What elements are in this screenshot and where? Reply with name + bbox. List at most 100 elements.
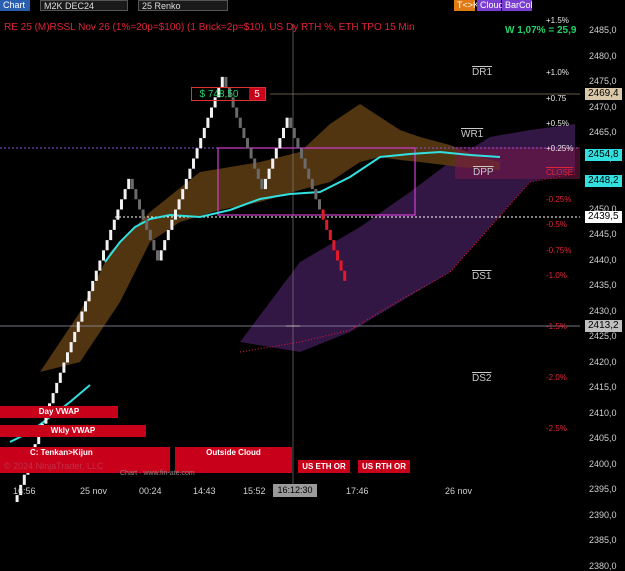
- pct-label: +0.75: [546, 94, 567, 103]
- price-tick: 2395,0: [589, 484, 617, 494]
- crosshair-time-label: 16:12:30: [273, 484, 317, 497]
- pct-label: +1.5%: [546, 16, 569, 25]
- price-tick: 2405,0: [589, 433, 617, 443]
- renko-brick: [87, 291, 91, 302]
- time-tick: 25 nov: [80, 486, 108, 496]
- pct-label: -2.5%: [546, 424, 567, 433]
- price-tick: 2470,0: [589, 101, 617, 112]
- instrument-selector[interactable]: M2K DEC24: [40, 0, 128, 11]
- renko-brick: [62, 362, 66, 373]
- level-dpp: DPP: [473, 167, 494, 178]
- renko-brick: [224, 76, 228, 88]
- tenkan-kijun-button[interactable]: T<>K: [454, 0, 479, 11]
- renko-brick: [289, 117, 293, 128]
- pct-label: +1.0%: [546, 68, 569, 77]
- site-watermark: Chart · www.fin-ate.com: [120, 470, 195, 477]
- renko-brick: [112, 219, 116, 230]
- cloud-button[interactable]: Cloud: [477, 0, 504, 11]
- price-tick: 2410,0: [589, 407, 617, 418]
- barcol-button[interactable]: BarCol: [502, 0, 533, 11]
- renko-brick: [282, 127, 285, 139]
- renko-brick: [325, 219, 329, 230]
- renko-brick: [271, 158, 275, 169]
- pct-label: -0.75%: [546, 246, 572, 255]
- renko-brick: [206, 117, 210, 128]
- chart-tab[interactable]: Chart: [0, 0, 30, 11]
- renko-brick: [310, 178, 314, 190]
- price-tick: 2425,0: [589, 331, 617, 341]
- pct-label: -1.5%: [546, 322, 567, 331]
- renko-brick: [73, 331, 77, 343]
- renko-brick: [318, 199, 321, 210]
- time-tick: 00:24: [139, 486, 162, 496]
- us-eth-or-bar: US ETH OR: [298, 460, 350, 473]
- renko-brick: [307, 168, 311, 179]
- renko-brick: [55, 382, 59, 394]
- renko-brick: [170, 219, 174, 230]
- renko-brick: [105, 240, 109, 251]
- chart-type-selector[interactable]: 25 Renko: [138, 0, 228, 11]
- us-rth-or-bar: US RTH OR: [358, 460, 410, 473]
- renko-brick: [163, 240, 167, 251]
- renko-brick: [166, 229, 170, 241]
- pct-label: -0.5%: [546, 220, 567, 229]
- pnl-value: $ 748,50: [199, 89, 239, 100]
- renko-brick: [127, 178, 131, 190]
- pnl-count: 5: [249, 88, 265, 100]
- renko-brick: [123, 189, 127, 200]
- renko-brick: [314, 189, 318, 200]
- renko-brick: [210, 107, 213, 118]
- renko-brick: [343, 270, 347, 281]
- renko-brick: [148, 229, 152, 241]
- price-tick: 2445,0: [589, 229, 617, 239]
- price-tick: 2385,0: [589, 535, 617, 545]
- level-wr1: WR1: [461, 129, 484, 140]
- renko-brick: [174, 209, 177, 220]
- renko-brick: [159, 250, 163, 261]
- pct-label: -2.0%: [546, 373, 567, 382]
- renko-brick: [220, 76, 224, 88]
- weekly-percent: W 1,07% = 25,9: [505, 25, 577, 36]
- renko-brick: [98, 260, 102, 271]
- renko-brick: [69, 342, 73, 353]
- last-price-box: 2439,5: [585, 211, 622, 223]
- renko-brick: [15, 495, 19, 502]
- price-box: 2469,4: [585, 88, 622, 100]
- renko-brick: [238, 117, 242, 128]
- renko-brick: [303, 158, 307, 169]
- level-close: CLOSE: [546, 168, 574, 177]
- renko-brick: [192, 158, 195, 169]
- renko-brick: [321, 209, 325, 220]
- renko-brick: [285, 117, 289, 128]
- renko-brick: [84, 301, 87, 312]
- price-tick: 2465,0: [589, 127, 617, 137]
- renko-brick: [264, 178, 267, 190]
- day-vwap-bar: Day VWAP: [0, 406, 118, 418]
- price-tick: 2415,0: [589, 382, 617, 392]
- price-tick: 2435,0: [589, 280, 617, 290]
- price-tick: 2380,0: [589, 560, 617, 571]
- renko-brick: [58, 372, 62, 383]
- renko-brick: [145, 219, 149, 230]
- position-pnl-marker[interactable]: $ 748,50 5: [191, 87, 266, 101]
- renko-brick: [22, 474, 26, 485]
- price-tick: 2420,0: [589, 356, 617, 367]
- renko-brick: [120, 199, 123, 210]
- price-box: 2413,2: [585, 320, 622, 332]
- renko-brick: [278, 138, 282, 149]
- pct-label: +0.25%: [546, 144, 574, 153]
- pct-label: -0.25%: [546, 195, 572, 204]
- renko-brick: [202, 127, 206, 139]
- renko-brick: [242, 127, 246, 139]
- renko-brick: [292, 127, 296, 139]
- time-tick: 15:52: [243, 486, 266, 496]
- price-tick: 2480,0: [589, 50, 617, 61]
- renko-brick: [253, 158, 257, 169]
- renko-brick: [181, 189, 185, 200]
- renko-brick: [116, 209, 120, 220]
- renko-brick: [260, 178, 264, 190]
- price-box: 2454,8: [585, 149, 622, 161]
- pct-label: +0.5%: [546, 119, 569, 128]
- renko-brick: [249, 148, 253, 159]
- renko-brick: [102, 250, 105, 261]
